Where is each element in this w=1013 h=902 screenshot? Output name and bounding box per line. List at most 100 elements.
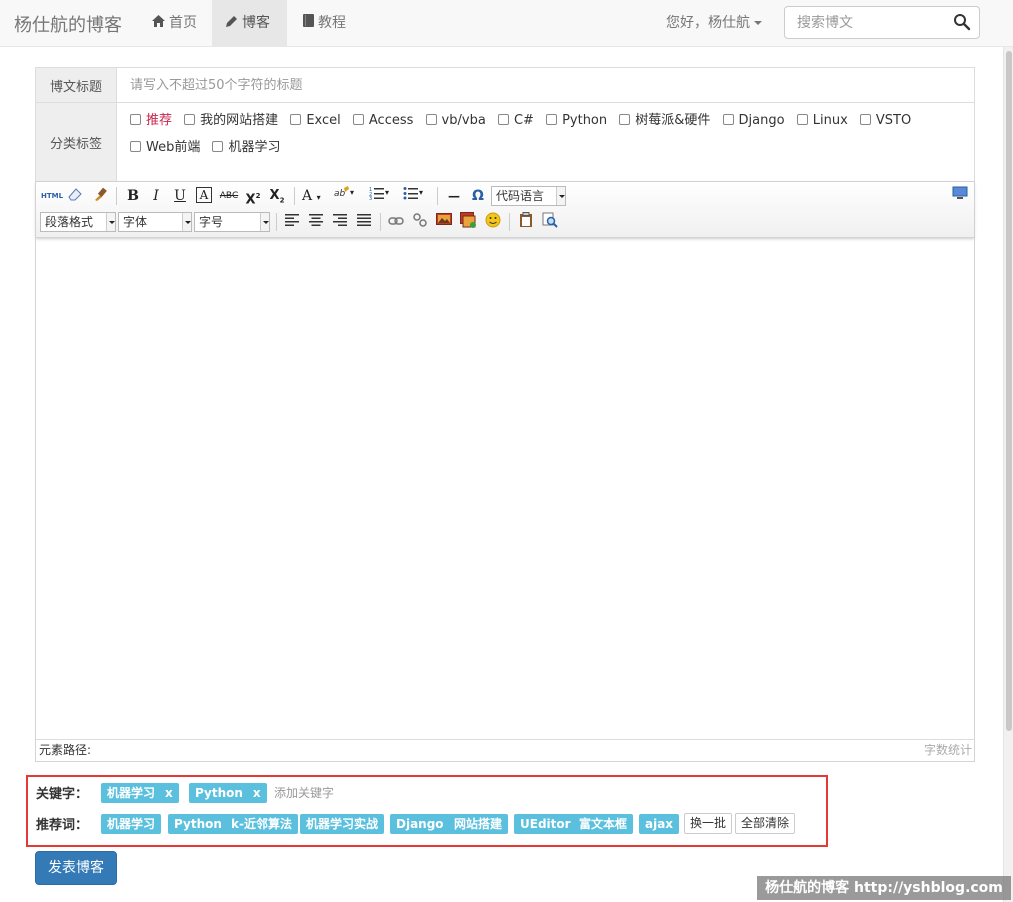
- keyword-tag: 机器学习 x: [101, 783, 179, 803]
- find-replace-icon[interactable]: [541, 212, 559, 232]
- category-checkbox[interactable]: 我的网站搭建: [184, 112, 278, 139]
- category-checkbox[interactable]: vb/vba: [425, 112, 486, 139]
- checkbox[interactable]: [619, 114, 631, 125]
- recommended-tag[interactable]: 网站搭建: [448, 814, 509, 834]
- recommended-tag[interactable]: UEditor: [514, 814, 577, 834]
- recommended-tag[interactable]: Python: [168, 814, 228, 834]
- element-path: 元素路径:: [39, 743, 92, 757]
- remove-keyword-button[interactable]: x: [253, 786, 261, 800]
- user-menu[interactable]: 您好，杨仕航: [666, 0, 762, 46]
- unordered-list-button[interactable]: ▾: [403, 186, 431, 206]
- checkbox[interactable]: [546, 114, 558, 125]
- category-checkbox[interactable]: Linux: [796, 112, 848, 139]
- strikethrough-button[interactable]: ABC: [219, 186, 239, 206]
- recommended-tag[interactable]: k-近邻算法: [225, 814, 298, 834]
- category-checkbox[interactable]: 推荐: [130, 112, 172, 139]
- format-brush-icon[interactable]: [91, 186, 109, 206]
- superscript-button[interactable]: X2: [244, 186, 262, 207]
- search-input[interactable]: [785, 7, 945, 38]
- checkbox[interactable]: [796, 114, 808, 125]
- horizontal-rule-button[interactable]: —: [445, 186, 463, 206]
- user-greeting: 您好，杨仕航: [666, 15, 750, 31]
- title-input[interactable]: [118, 68, 974, 102]
- align-right-icon[interactable]: [331, 212, 349, 232]
- html-source-button[interactable]: HTML: [41, 186, 63, 206]
- keyword-tag: Python x: [189, 783, 267, 803]
- checkbox[interactable]: [130, 114, 141, 125]
- italic-button[interactable]: I: [147, 186, 165, 206]
- checkbox[interactable]: [425, 114, 437, 125]
- category-checkbox[interactable]: Web前端: [130, 139, 200, 166]
- ordered-list-button[interactable]: 1 2 3 ▾: [369, 186, 397, 206]
- checkbox[interactable]: [352, 114, 364, 125]
- emoticon-icon[interactable]: [484, 212, 502, 232]
- unlink-icon[interactable]: [411, 212, 429, 232]
- watermark: 杨仕航的博客 http://yshblog.com: [757, 876, 1011, 900]
- add-keyword-input[interactable]: 添加关键字: [274, 783, 334, 803]
- keyword-panel: 关键字： 机器学习 x Python x 添加关键字 推荐词： 机器学习 Pytho…: [26, 775, 828, 847]
- checkbox[interactable]: [212, 141, 224, 152]
- nav-label-tutorial: 教程: [318, 15, 346, 31]
- nav-item-tutorial[interactable]: 教程: [287, 0, 362, 47]
- align-left-icon[interactable]: [283, 212, 301, 232]
- paragraph-format-select[interactable]: 段落格式: [40, 212, 116, 232]
- subscript-button[interactable]: X2: [268, 186, 286, 206]
- recommended-tag[interactable]: 机器学习: [101, 814, 162, 834]
- checkbox[interactable]: [184, 114, 196, 125]
- page-scrollbar[interactable]: [1003, 47, 1013, 902]
- site-brand[interactable]: 杨仕航的博客: [14, 11, 122, 37]
- highlight-color-button[interactable]: ab ▾: [334, 186, 360, 206]
- fullscreen-icon[interactable]: [951, 186, 969, 206]
- category-checkbox[interactable]: Django: [722, 112, 785, 139]
- recommended-tag[interactable]: 机器学习实战: [300, 814, 385, 834]
- font-size-select[interactable]: 字号: [194, 212, 270, 232]
- checkbox[interactable]: [130, 141, 141, 152]
- book-icon: [303, 1, 314, 47]
- paste-icon[interactable]: [517, 212, 535, 232]
- nav-label-blog: 博客: [242, 15, 270, 31]
- publish-button[interactable]: 发表博客: [35, 851, 117, 885]
- refresh-recommend-button[interactable]: 换一批: [684, 813, 733, 834]
- category-checkbox[interactable]: VSTO: [859, 112, 911, 139]
- align-justify-icon[interactable]: [355, 212, 373, 232]
- special-char-icon[interactable]: Ω: [469, 186, 487, 206]
- pencil-icon: [226, 1, 238, 47]
- image-icon[interactable]: [435, 212, 453, 232]
- link-icon[interactable]: [387, 212, 405, 232]
- recommended-tag[interactable]: ajax: [639, 814, 680, 834]
- editor-content-area[interactable]: [36, 239, 974, 739]
- remove-keyword-button[interactable]: x: [165, 786, 173, 800]
- checkbox[interactable]: [722, 114, 734, 125]
- chevron-down-icon: [106, 213, 115, 231]
- align-center-icon[interactable]: [307, 212, 325, 232]
- category-checkbox[interactable]: Python: [546, 112, 607, 139]
- category-checkbox[interactable]: Access: [352, 112, 413, 139]
- recommended-tag[interactable]: 富文本框: [573, 814, 634, 834]
- bold-button[interactable]: B: [124, 186, 142, 206]
- category-checkbox[interactable]: 机器学习: [212, 139, 281, 166]
- nav-item-blog[interactable]: 博客: [212, 0, 287, 47]
- nav-item-home[interactable]: 首页: [136, 0, 213, 47]
- scrollbar-thumb[interactable]: [1006, 51, 1012, 731]
- checkbox[interactable]: [859, 114, 871, 125]
- category-checkbox[interactable]: C#: [497, 112, 534, 139]
- category-list: 推荐 我的网站搭建 Excel Access vb/vba C# Python …: [130, 112, 970, 166]
- code-language-select[interactable]: 代码语言: [491, 186, 566, 206]
- underline-button[interactable]: U: [171, 186, 189, 206]
- chevron-down-icon: [182, 213, 191, 231]
- search-icon[interactable]: [953, 13, 973, 33]
- eraser-icon[interactable]: [66, 186, 84, 206]
- checkbox[interactable]: [290, 114, 302, 125]
- chevron-down-icon: [260, 213, 269, 231]
- checkbox[interactable]: [497, 114, 509, 125]
- multi-image-icon[interactable]: [459, 212, 477, 232]
- category-checkbox[interactable]: 树莓派&硬件: [619, 112, 710, 139]
- font-color-button[interactable]: A ▾: [302, 186, 328, 206]
- category-checkbox[interactable]: Excel: [290, 112, 341, 139]
- title-row: 博文标题: [36, 68, 974, 103]
- clear-all-button[interactable]: 全部清除: [735, 813, 796, 834]
- recommended-tag[interactable]: Django: [390, 814, 450, 834]
- word-count: 字数统计: [923, 743, 972, 757]
- font-border-button[interactable]: A: [196, 187, 212, 203]
- font-family-select[interactable]: 字体: [118, 212, 192, 232]
